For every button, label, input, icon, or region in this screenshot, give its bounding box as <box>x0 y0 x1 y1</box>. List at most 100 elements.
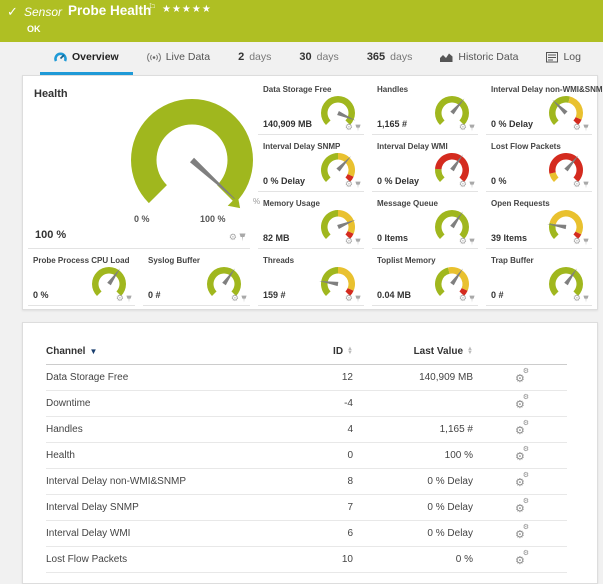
gauge-value: 0 % Delay <box>263 176 305 186</box>
channel-id: 4 <box>293 417 353 443</box>
tab-30-days[interactable]: 30days <box>285 42 352 75</box>
tab-number: 30 <box>299 51 311 63</box>
gear-icon[interactable]: ⚙ <box>345 237 353 246</box>
channel-settings-gears-icon[interactable]: ⚙⚙ <box>515 526 529 539</box>
gear-icon[interactable]: ⚙ <box>573 237 581 246</box>
pin-icon[interactable] <box>469 124 475 132</box>
gauge-title: Data Storage Free <box>263 85 331 94</box>
column-header-last-value[interactable]: Last Value▲▼ <box>353 339 477 365</box>
tab-label: days <box>249 51 271 63</box>
pin-icon[interactable] <box>355 295 361 303</box>
table-row: Interval Delay SNMP70 % Delay⚙⚙ <box>46 495 567 521</box>
tab-label: Live Data <box>166 51 210 63</box>
priority-stars[interactable]: ★★★★★ <box>162 4 212 15</box>
gauge-tile-message-queue: Message Queue0 Items⚙ <box>372 194 478 249</box>
channel-settings-gears-icon[interactable]: ⚙⚙ <box>515 500 529 513</box>
gear-icon[interactable]: ⚙ <box>573 123 581 132</box>
tab-historic-data[interactable]: Historic Data <box>426 42 532 75</box>
sensor-header-bar: ✓ Sensor Probe Health ⚐ ★★★★★ OK <box>0 0 603 42</box>
pin-icon[interactable] <box>583 124 589 132</box>
tab-live-data[interactable]: Live Data <box>133 42 224 75</box>
channel-settings-gears-icon[interactable]: ⚙⚙ <box>515 422 529 435</box>
gauge-title: Interval Delay SNMP <box>263 142 340 151</box>
table-row: Interval Delay non-WMI&SNMP80 % Delay⚙⚙ <box>46 469 567 495</box>
gear-icon[interactable]: ⚙ <box>116 294 124 303</box>
gauge-tile-toplist-memory: Toplist Memory0.04 MB⚙ <box>372 251 478 306</box>
channel-settings-gears-icon[interactable]: ⚙⚙ <box>515 370 529 383</box>
channel-settings-gears-icon[interactable]: ⚙⚙ <box>515 396 529 409</box>
channel-name[interactable]: Handles <box>46 417 293 443</box>
gauge-tile-probe-process-cpu-load: Probe Process CPU Load0 %⚙ <box>28 251 135 306</box>
tab-overview[interactable]: Overview <box>40 42 133 75</box>
gauge-title: Probe Process CPU Load <box>33 256 129 265</box>
gauge-title: Handles <box>377 85 408 94</box>
gauge-tile-threads: Threads159 #⚙ <box>258 251 364 306</box>
pin-icon[interactable] <box>126 295 132 303</box>
gear-icon[interactable]: ⚙ <box>229 233 237 242</box>
tab-2-days[interactable]: 2 days <box>224 42 285 75</box>
pin-icon[interactable] <box>583 238 589 246</box>
gear-icon[interactable]: ⚙ <box>459 294 467 303</box>
object-kind-label: Sensor <box>24 5 62 19</box>
health-gauge-value: 100 % <box>35 229 66 241</box>
area-chart-icon <box>440 52 453 63</box>
pin-icon[interactable] <box>583 181 589 189</box>
pin-icon[interactable] <box>355 181 361 189</box>
pin-icon[interactable] <box>355 124 361 132</box>
gauge-value: 1,165 # <box>377 119 407 129</box>
channel-name[interactable]: Data Storage Free <box>46 365 293 391</box>
channel-last-value <box>353 391 477 417</box>
channel-name[interactable]: Interval Delay SNMP <box>46 495 293 521</box>
gear-icon[interactable]: ⚙ <box>345 123 353 132</box>
channel-name[interactable]: Downtime <box>46 391 293 417</box>
gear-icon[interactable]: ⚙ <box>459 180 467 189</box>
priority-flag-icon[interactable]: ⚐ <box>148 2 156 13</box>
table-row: Health0100 %⚙⚙ <box>46 443 567 469</box>
table-row: Downtime-4⚙⚙ <box>46 391 567 417</box>
gear-icon[interactable]: ⚙ <box>459 123 467 132</box>
broadcast-icon <box>147 52 161 63</box>
gauge-title: Trap Buffer <box>491 256 534 265</box>
column-header-channel[interactable]: Channel▼ <box>46 339 293 365</box>
tab-number: 2 <box>238 51 244 63</box>
tab-365-days[interactable]: 365days <box>353 42 427 75</box>
gauges-panel: Health 0 % 100 % % 100 % ⚙ Data Storage … <box>22 75 598 310</box>
gear-icon[interactable]: ⚙ <box>345 180 353 189</box>
gauge-tile-open-requests: Open Requests39 Items⚙ <box>486 194 592 249</box>
health-gauge-tile: Health 0 % 100 % % 100 % ⚙ <box>28 80 250 249</box>
column-header-id[interactable]: ID▲▼ <box>293 339 353 365</box>
channel-last-value: 140,909 MB <box>353 365 477 391</box>
channel-name[interactable]: Interval Delay non-WMI&SNMP <box>46 469 293 495</box>
gauge-value: 0 Items <box>377 233 408 243</box>
gear-icon[interactable]: ⚙ <box>573 180 581 189</box>
pin-icon[interactable] <box>469 238 475 246</box>
gauge-value: 0.04 MB <box>377 290 411 300</box>
channel-name[interactable]: Health <box>46 443 293 469</box>
pin-icon[interactable] <box>355 238 361 246</box>
pin-icon[interactable] <box>469 181 475 189</box>
pin-icon[interactable] <box>583 295 589 303</box>
sensor-title: Probe Health <box>68 3 151 18</box>
tab-bar: Overview Live Data 2 days 30days365daysHisto… <box>0 42 603 75</box>
gauge-value: 0 % <box>491 176 507 186</box>
gear-icon[interactable]: ⚙ <box>231 294 239 303</box>
channel-settings-gears-icon[interactable]: ⚙⚙ <box>515 552 529 565</box>
channel-name[interactable]: Interval Delay WMI <box>46 521 293 547</box>
pin-icon[interactable] <box>469 295 475 303</box>
channel-id: 6 <box>293 521 353 547</box>
gear-icon[interactable]: ⚙ <box>459 237 467 246</box>
channel-settings-gears-icon[interactable]: ⚙⚙ <box>515 448 529 461</box>
gauge-tile-interval-delay-wmi: Interval Delay WMI0 % Delay⚙ <box>372 137 478 192</box>
gauge-scale-min: 0 % <box>134 214 150 224</box>
gauge-tile-lost-flow-packets: Lost Flow Packets0 %⚙ <box>486 137 592 192</box>
pin-icon[interactable] <box>239 233 246 242</box>
channel-settings-gears-icon[interactable]: ⚙⚙ <box>515 474 529 487</box>
gear-icon[interactable]: ⚙ <box>573 294 581 303</box>
gauge-scale-max: 100 % <box>200 214 226 224</box>
tab-number: 365 <box>367 51 385 63</box>
tab-log[interactable]: Log <box>532 42 595 75</box>
log-icon <box>546 52 558 63</box>
gear-icon[interactable]: ⚙ <box>345 294 353 303</box>
gauge-tile-interval-delay-snmp: Interval Delay SNMP 0 % Delay ⚙ <box>258 137 364 192</box>
pin-icon[interactable] <box>241 295 247 303</box>
